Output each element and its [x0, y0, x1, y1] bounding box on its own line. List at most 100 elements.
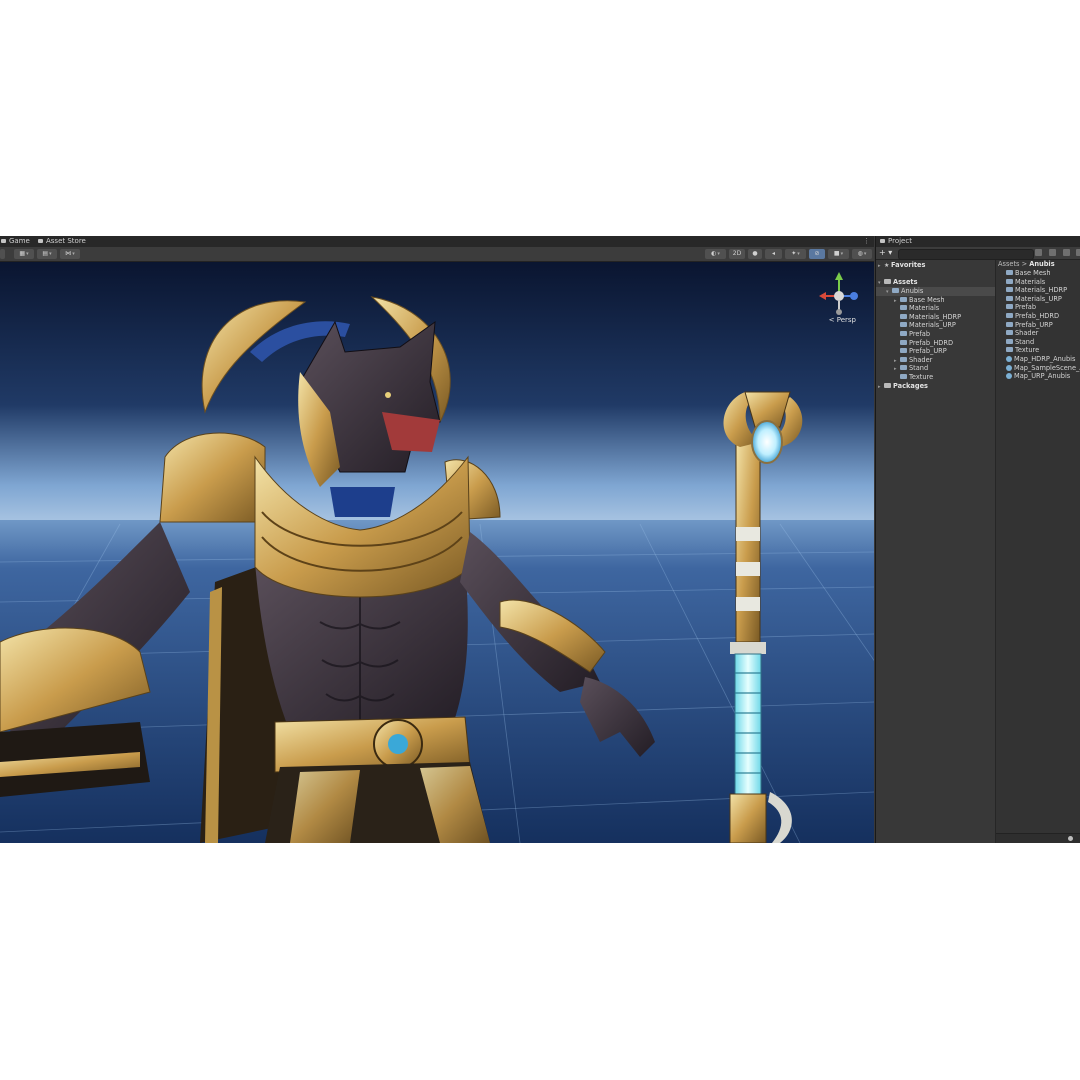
list-item[interactable]: Map_URP_Anubis [1006, 372, 1070, 381]
list-item[interactable]: Materials_HDRP [1006, 286, 1067, 295]
lightbulb-icon: ● [752, 250, 758, 257]
snap-icon: ⋈ [65, 250, 72, 257]
tree-item[interactable]: Materials_HDRP [894, 313, 961, 322]
visibility-toggle[interactable]: ⊘ [809, 249, 825, 259]
tree-assets[interactable]: ▾ Assets [878, 278, 918, 287]
store-icon [38, 239, 43, 243]
mode-2d-toggle[interactable]: 2D [729, 249, 745, 259]
draw-mode-dropdown[interactable]: ▦▾ [14, 249, 34, 259]
folder-icon [1006, 270, 1013, 275]
list-item[interactable]: Map_HDRP_Anubis [1006, 355, 1075, 364]
unity-editor-window: Game Asset Store ⋮ ▦▾ ▤▾ ⋈▾ ◐▾ 2D ● ◂ ✦▾… [0, 236, 1080, 843]
project-asset-list: Assets > Anubis Base Mesh Materials Mate… [996, 260, 1080, 843]
list-item[interactable]: Base Mesh [1006, 269, 1051, 278]
tab-game[interactable]: Game [1, 236, 30, 247]
camera-settings-dropdown[interactable]: ■▾ [828, 249, 849, 259]
project-folder-tree: ▸ ★ Favorites ▾ Assets ▾ Anubis ▸ Base Mesh M… [876, 260, 996, 843]
grid-snap-dropdown[interactable]: ▤▾ [37, 249, 57, 259]
tree-item-label: Materials_HDRP [909, 312, 962, 321]
tree-item[interactable]: Prefab_URP [894, 347, 947, 356]
tab-asset-store[interactable]: Asset Store [38, 236, 86, 247]
tree-item[interactable]: Prefab_HDRD [894, 339, 953, 348]
project-panel: Project + ▾ ▸ ★ Favorites ▾ Assets ▾ Anubis … [875, 236, 1080, 843]
tree-favorites[interactable]: ▸ ★ Favorites [878, 261, 925, 270]
search-input[interactable] [898, 249, 1034, 260]
list-item[interactable]: Stand [1006, 338, 1034, 347]
list-item-label: Stand [1015, 337, 1035, 346]
tree-item[interactable]: Prefab [894, 330, 930, 339]
folder-icon [884, 279, 891, 284]
shading-mode-dropdown[interactable]: ◐▾ [705, 249, 726, 259]
projection-label[interactable]: < Persp [829, 316, 856, 324]
icon-size-slider[interactable] [1068, 836, 1073, 841]
chevron-down-icon: ▾ [26, 251, 29, 257]
panel-menu-button[interactable]: ⋮ [863, 236, 870, 247]
chevron-down-icon: ▾ [840, 251, 844, 257]
breadcrumb-current[interactable]: Anubis [1029, 260, 1054, 268]
list-item-label: Materials_HDRP [1015, 286, 1068, 295]
icon-size-bar [996, 833, 1080, 843]
tree-packages[interactable]: ▸ Packages [878, 382, 928, 391]
tab-project-label: Project [888, 237, 912, 245]
folder-icon [900, 322, 907, 328]
tree-item[interactable]: Texture [894, 373, 933, 382]
search-by-type-icon[interactable] [1035, 249, 1042, 256]
tree-item-label: Texture [909, 373, 934, 381]
list-item[interactable]: Texture [1006, 346, 1039, 355]
list-item[interactable]: Prefab_URP [1006, 321, 1053, 330]
breadcrumb-separator: > [1021, 260, 1028, 268]
create-asset-button[interactable]: + ▾ [879, 248, 892, 258]
scene-icon [1006, 356, 1012, 362]
tree-item[interactable]: Materials_URP [894, 321, 956, 330]
tree-item-label: Shader [909, 355, 933, 364]
tool-handle-button[interactable] [0, 249, 5, 259]
list-item[interactable]: Materials [1006, 278, 1045, 287]
tree-item-label: Prefab_URP [909, 347, 947, 356]
list-item-label: Shader [1015, 329, 1039, 338]
list-item[interactable]: Materials_URP [1006, 295, 1062, 304]
folder-icon [900, 305, 907, 311]
list-item-label: Prefab_HDRD [1015, 312, 1060, 320]
folder-icon [1006, 321, 1013, 327]
list-item-label: Texture [1015, 346, 1040, 355]
tree-item-label: Prefab_HDRD [909, 338, 954, 347]
favorite-icon[interactable] [1063, 249, 1070, 256]
list-item[interactable]: Shader [1006, 329, 1038, 338]
tree-anubis[interactable]: ▾ Anubis [876, 287, 995, 296]
tree-anubis-label: Anubis [901, 287, 924, 295]
effects-dropdown[interactable]: ✦▾ [785, 249, 806, 259]
tree-item-label: Materials [909, 304, 940, 313]
breadcrumb-root[interactable]: Assets [998, 260, 1019, 268]
tree-favorites-label: Favorites [891, 261, 926, 269]
tree-item[interactable]: ▸ Stand [894, 364, 928, 373]
search-by-label-icon[interactable] [1049, 249, 1056, 256]
audio-icon: ◂ [771, 250, 775, 257]
project-toolbar: + ▾ [876, 247, 1080, 260]
list-item[interactable]: Prefab [1006, 303, 1036, 312]
list-item-label: Map_URP_Anubis [1014, 372, 1071, 381]
folder-icon [900, 356, 907, 362]
tab-project[interactable]: Project [880, 236, 912, 247]
audio-toggle[interactable]: ◂ [765, 249, 782, 259]
folder-icon [1006, 278, 1013, 284]
list-item-label: Prefab [1015, 303, 1037, 312]
hidden-packages-icon[interactable] [1076, 249, 1080, 256]
list-item[interactable]: Prefab_HDRD [1006, 312, 1059, 321]
tab-game-label: Game [9, 237, 30, 245]
grid-icon: ▤ [42, 250, 49, 257]
tree-item-label: Prefab [909, 330, 931, 338]
tree-item[interactable]: ▸ Base Mesh [894, 296, 945, 305]
tree-item[interactable]: Materials [894, 304, 939, 313]
gizmos-dropdown[interactable]: ◍▾ [852, 249, 872, 259]
folder-icon [880, 239, 885, 243]
scene-viewport[interactable]: < Persp [0, 262, 874, 843]
tree-item-label: Stand [909, 364, 929, 373]
list-item[interactable]: Map_SampleScene_A [1006, 364, 1080, 373]
tree-item[interactable]: ▸ Shader [894, 356, 932, 365]
tree-packages-label: Packages [893, 382, 928, 390]
effects-icon: ✦ [791, 250, 797, 257]
increment-snap-dropdown[interactable]: ⋈▾ [60, 249, 80, 259]
lighting-toggle[interactable]: ● [748, 249, 762, 259]
project-tab-bar: Project [876, 236, 1080, 247]
folder-icon [1006, 347, 1013, 353]
